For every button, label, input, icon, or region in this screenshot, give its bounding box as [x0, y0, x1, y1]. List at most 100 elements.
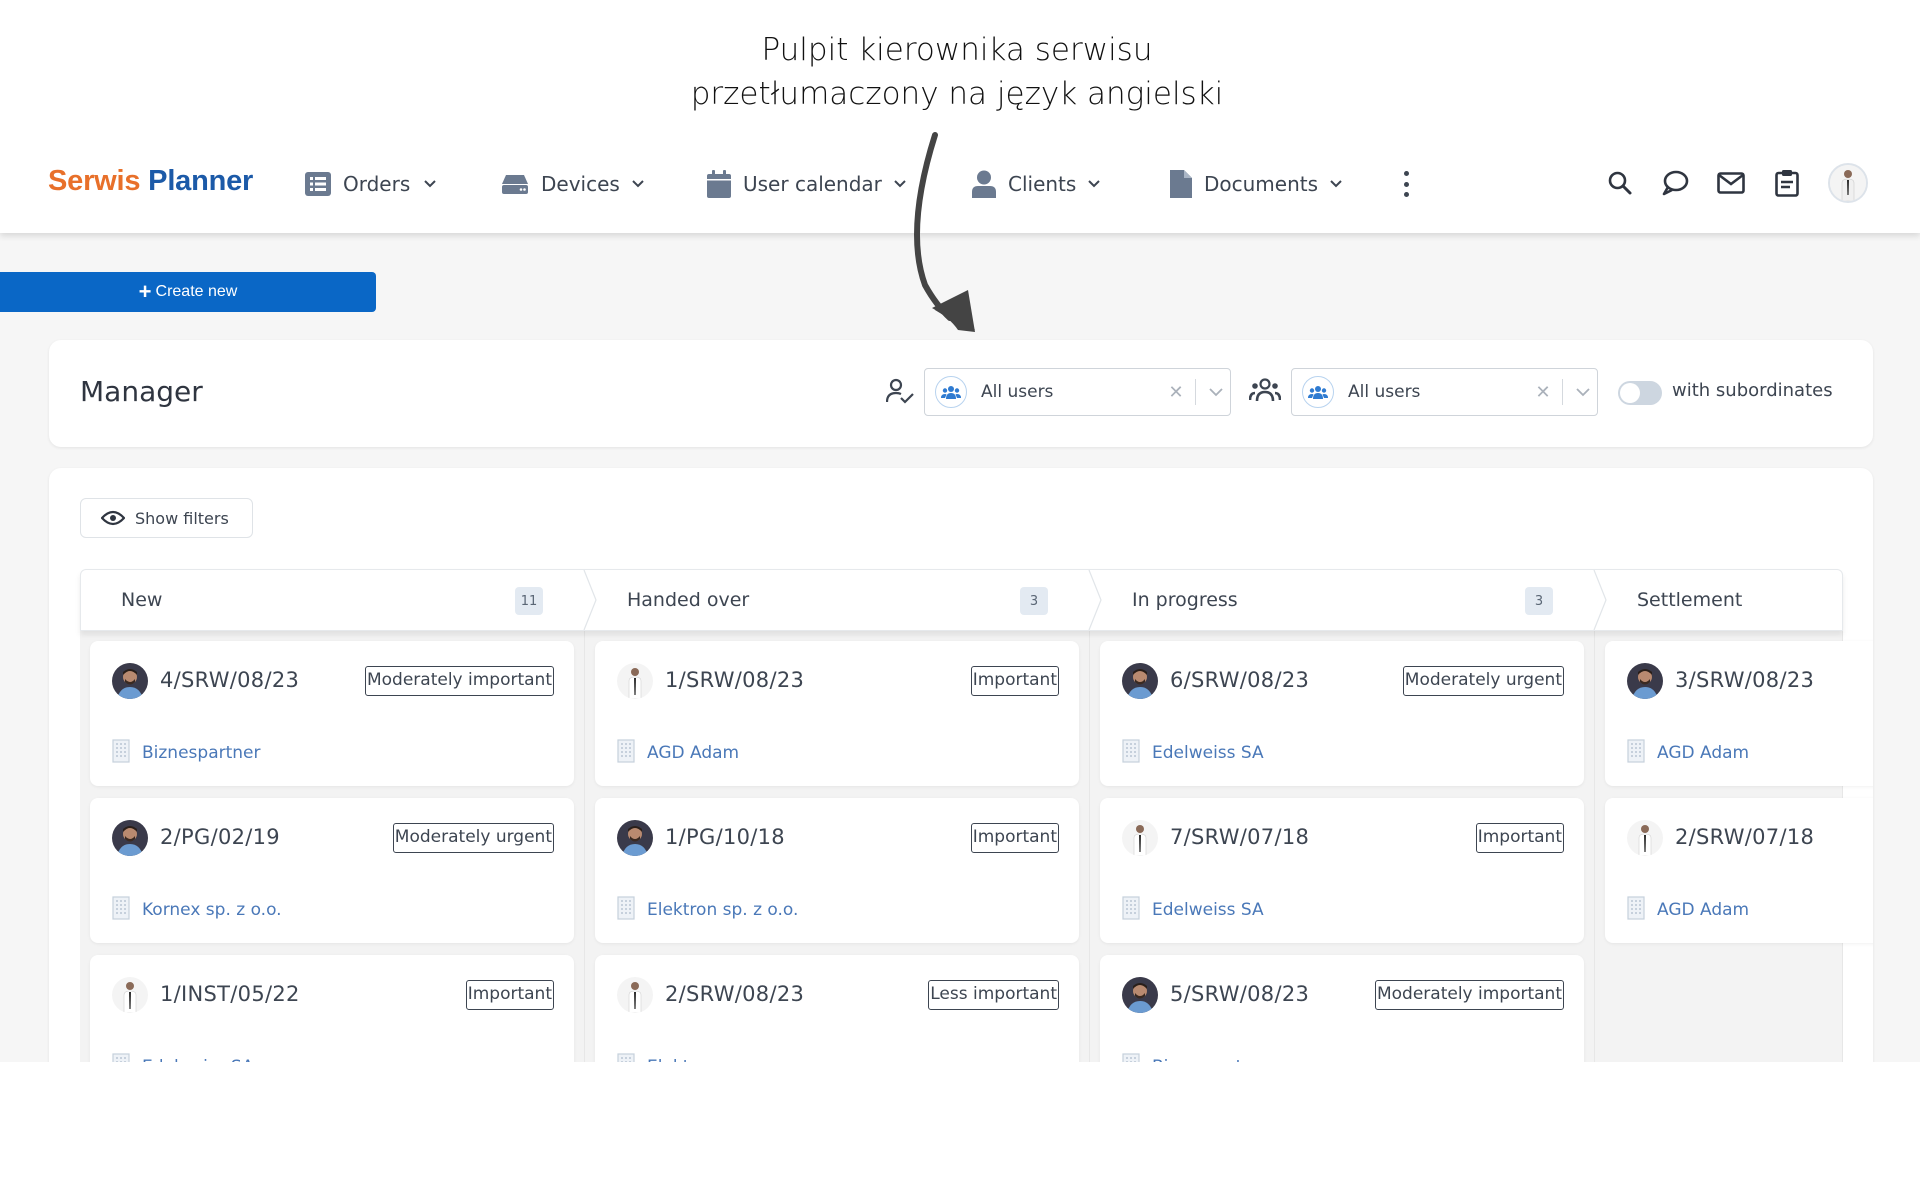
column-header-settlement[interactable]: Settlement	[1596, 570, 1873, 630]
more-menu-button[interactable]	[1398, 169, 1414, 199]
client-link[interactable]: Biznespartner	[112, 739, 261, 767]
user-avatar-button[interactable]	[1828, 163, 1868, 203]
avatar	[1627, 820, 1663, 856]
priority-badge: Moderately urgent	[1402, 666, 1564, 696]
app-logo[interactable]: Serwis Planner	[48, 165, 253, 198]
nav-orders[interactable]: Orders	[305, 169, 436, 199]
assigned-user-value: All users	[981, 382, 1054, 402]
column-title: Settlement	[1637, 589, 1743, 611]
kanban-panel: Show filters New 11 Handed over 3 In progres…	[49, 468, 1873, 1062]
client-link[interactable]: Edelweiss SA	[1122, 739, 1264, 767]
client-link[interactable]: Biznespartner	[1122, 1053, 1271, 1062]
create-new-button[interactable]: + Create new	[0, 272, 376, 312]
app-window: Serwis Planner Orders Devices User calen…	[0, 135, 1920, 1062]
order-card[interactable]: 3/SRW/08/23 AGD Adam	[1605, 641, 1873, 786]
with-subordinates-toggle[interactable]	[1618, 381, 1662, 405]
priority-badge: Moderately important	[1374, 980, 1564, 1010]
nav-clients[interactable]: Clients	[972, 169, 1101, 199]
building-icon	[1122, 1053, 1140, 1062]
column-handed-over: 1/SRW/08/23 Important AGD Adam 1/PG/10/18 Im…	[585, 631, 1090, 1062]
building-icon	[112, 1053, 130, 1062]
mail-button[interactable]	[1715, 167, 1747, 199]
client-link[interactable]: Elektron	[617, 1053, 717, 1062]
building-icon	[112, 739, 130, 767]
list-icon	[305, 172, 331, 196]
client-link[interactable]: Edelweiss SA	[112, 1053, 254, 1062]
building-icon	[1122, 739, 1140, 767]
order-card[interactable]: 2/SRW/07/18 AGD Adam	[1605, 798, 1873, 943]
calendar-icon	[707, 170, 731, 198]
chevron-down-icon[interactable]	[1569, 387, 1597, 397]
group-icon	[935, 376, 967, 408]
device-icon	[502, 175, 528, 194]
order-card[interactable]: 1/SRW/08/23 Important AGD Adam	[595, 641, 1079, 786]
order-card[interactable]: 5/SRW/08/23 Moderately important Biznespar…	[1100, 955, 1584, 1062]
team-select[interactable]: All users ✕	[1291, 368, 1598, 416]
client-name: AGD Adam	[1657, 900, 1750, 920]
avatar	[617, 820, 653, 856]
order-card[interactable]: 4/SRW/08/23 Moderately important Biznespar…	[90, 641, 574, 786]
clear-icon[interactable]: ✕	[1530, 382, 1556, 403]
order-card[interactable]: 1/INST/05/22 Important Edelweiss SA	[90, 955, 574, 1062]
nav-devices[interactable]: Devices	[501, 169, 644, 199]
avatar	[1627, 663, 1663, 699]
assigned-user-icon	[886, 378, 914, 404]
search-button[interactable]	[1604, 167, 1636, 199]
building-icon	[617, 1053, 635, 1062]
column-header-in-progress[interactable]: In progress 3	[1091, 570, 1596, 630]
tasks-button[interactable]	[1771, 167, 1803, 199]
avatar	[1122, 663, 1158, 699]
chat-button[interactable]	[1659, 167, 1691, 199]
chevron-down-icon	[632, 180, 644, 188]
annotation-line-1: Pulpit kierownika serwisu	[761, 32, 1153, 68]
column-title: In progress	[1132, 589, 1238, 611]
clear-icon[interactable]: ✕	[1163, 382, 1189, 403]
priority-badge: Important	[970, 666, 1059, 696]
show-filters-button[interactable]: Show filters	[80, 498, 253, 538]
group-icon	[1302, 376, 1334, 408]
create-new-label: Create new	[155, 283, 238, 300]
building-icon	[1627, 896, 1645, 924]
page-title: Manager	[80, 375, 203, 408]
priority-badge: Important	[970, 823, 1059, 853]
document-icon	[1170, 170, 1192, 198]
order-code: 6/SRW/08/23	[1170, 668, 1310, 692]
chevron-down-icon[interactable]	[1202, 387, 1230, 397]
order-card[interactable]: 2/PG/02/19 Moderately urgent Kornex sp. z …	[90, 798, 574, 943]
order-code: 5/SRW/08/23	[1170, 982, 1310, 1006]
nav-orders-label: Orders	[343, 172, 411, 196]
avatar	[1830, 165, 1866, 201]
order-code: 1/SRW/08/23	[665, 668, 805, 692]
column-headers: New 11 Handed over 3 In progress 3 Settlement	[80, 569, 1843, 631]
order-card[interactable]: 7/SRW/07/18 Important Edelweiss SA	[1100, 798, 1584, 943]
kebab-dot	[1403, 192, 1409, 197]
nav-documents[interactable]: Documents	[1170, 169, 1342, 199]
team-icon	[1249, 378, 1281, 402]
order-card[interactable]: 6/SRW/08/23 Moderately urgent Edelweiss SA	[1100, 641, 1584, 786]
chevron-down-icon	[1330, 180, 1342, 188]
nav-clients-label: Clients	[1008, 172, 1077, 196]
client-link[interactable]: Elektron sp. z o.o.	[617, 896, 798, 924]
order-card[interactable]: 1/PG/10/18 Important Elektron sp. z o.o.	[595, 798, 1079, 943]
clipboard-icon	[1775, 170, 1799, 197]
assigned-user-select[interactable]: All users ✕	[924, 368, 1231, 416]
nav-user-calendar[interactable]: User calendar	[707, 169, 906, 199]
manager-panel: Manager All users ✕ All users ✕ with sub…	[49, 340, 1873, 447]
client-link[interactable]: Kornex sp. z o.o.	[112, 896, 282, 924]
client-link[interactable]: AGD Adam	[617, 739, 739, 767]
order-code: 2/SRW/07/18	[1675, 825, 1815, 849]
column-header-new[interactable]: New 11	[81, 570, 586, 630]
search-icon	[1608, 171, 1632, 195]
chevron-down-icon	[1088, 180, 1101, 188]
client-link[interactable]: AGD Adam	[1627, 896, 1749, 924]
client-name: Biznespartner	[1152, 1057, 1271, 1062]
logo-part-2: Planner	[148, 165, 254, 197]
column-count-badge: 3	[1020, 587, 1048, 615]
column-header-handed-over[interactable]: Handed over 3	[586, 570, 1091, 630]
client-link[interactable]: Edelweiss SA	[1122, 896, 1264, 924]
order-card[interactable]: 2/SRW/08/23 Less important Elektron	[595, 955, 1079, 1062]
nav-devices-label: Devices	[541, 172, 620, 196]
client-link[interactable]: AGD Adam	[1627, 739, 1749, 767]
priority-badge: Important	[465, 980, 554, 1010]
plus-icon: +	[138, 279, 152, 304]
